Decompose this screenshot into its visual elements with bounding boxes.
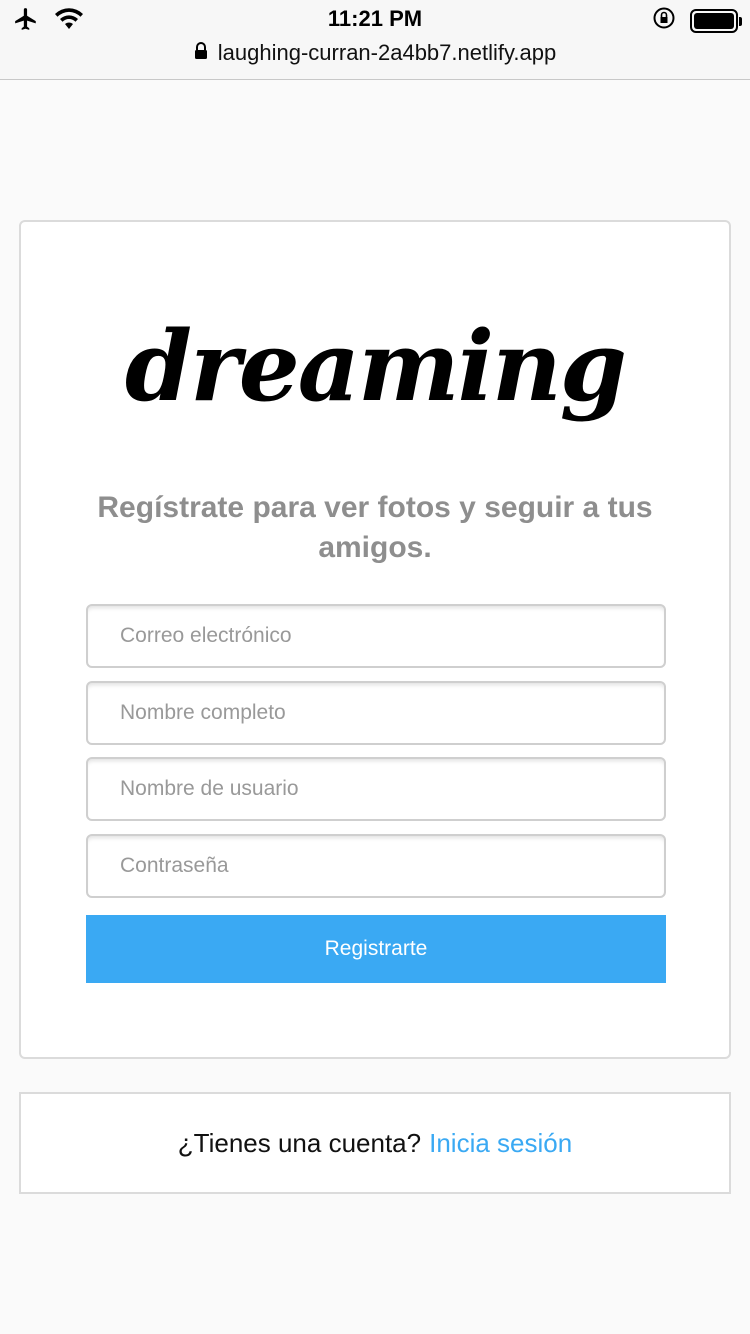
app-logo: dreaming (125, 310, 627, 423)
browser-top-bar: 11:21 PM laughing-curran-2a4bb7.netlify.… (0, 0, 750, 80)
lock-icon (194, 40, 208, 66)
username-field[interactable] (86, 757, 666, 821)
register-button[interactable]: Registrarte (86, 915, 666, 983)
url-text: laughing-curran-2a4bb7.netlify.app (217, 40, 557, 65)
login-link[interactable]: Inicia sesión (429, 1128, 572, 1159)
signup-card: dreaming Regístrate para ver fotos y seg… (19, 220, 731, 1059)
email-field[interactable] (86, 604, 666, 668)
login-prompt: ¿Tienes una cuenta? (177, 1127, 422, 1158)
address-bar[interactable]: laughing-curran-2a4bb7.netlify.app (0, 40, 750, 66)
status-time: 11:21 PM (327, 6, 423, 31)
login-card: ¿Tienes una cuenta? Inicia sesión (19, 1092, 731, 1194)
rotation-lock-icon (652, 6, 676, 35)
password-field[interactable] (86, 834, 666, 898)
signup-tagline: Regístrate para ver fotos y seguir a tus… (97, 491, 653, 564)
fullname-field[interactable] (86, 681, 666, 745)
battery-icon (690, 8, 742, 33)
status-right (652, 6, 742, 35)
